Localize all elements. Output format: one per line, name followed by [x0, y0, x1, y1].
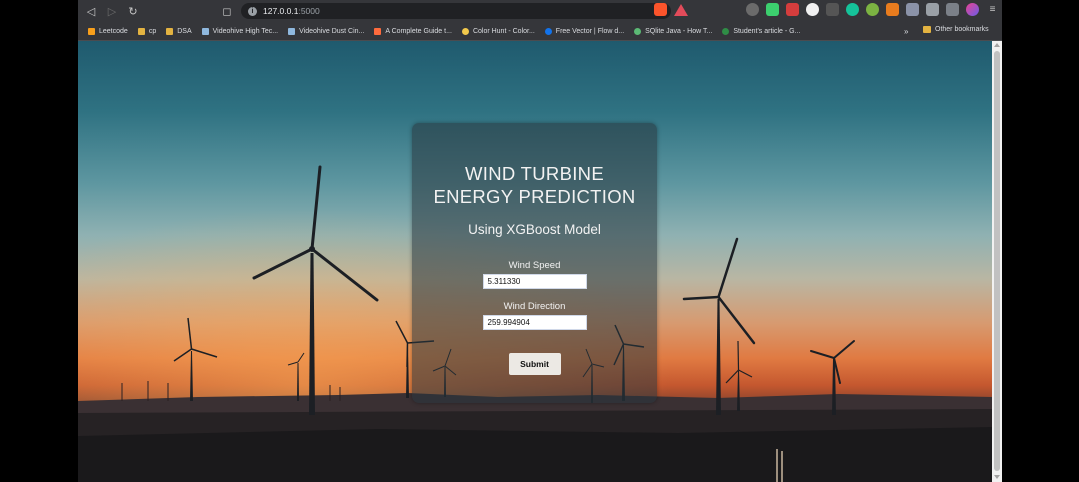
videohive-icon: [201, 27, 209, 35]
bookmark-label: Student's article - G...: [733, 27, 801, 35]
bookmark-sqlite-java[interactable]: SQlite Java - How T...: [634, 27, 713, 35]
reading-list-icon[interactable]: [946, 3, 959, 16]
wind-direction-input[interactable]: 259.994904: [482, 315, 587, 330]
extension-plus-icon[interactable]: [866, 3, 879, 16]
bookmark-page-icon[interactable]: ◻: [219, 3, 235, 19]
gfg-icon: [722, 27, 730, 35]
folder-icon: [137, 27, 145, 35]
site-info-icon[interactable]: i: [248, 6, 257, 16]
browser-shield-icons: [654, 3, 695, 16]
extension-red-icon[interactable]: [786, 3, 799, 16]
freepik-icon: [544, 27, 552, 35]
bookmark-videohive-dust[interactable]: Videohive Dust Cin...: [288, 27, 365, 35]
bookmark-color-hunt[interactable]: Color Hunt - Color...: [461, 27, 535, 35]
bookmark-dsa[interactable]: DSA: [166, 27, 192, 35]
wind-speed-label: Wind Speed: [508, 260, 561, 271]
url-port: :5000: [298, 6, 320, 16]
forward-icon[interactable]: ▷: [104, 3, 120, 19]
bookmark-label: cp: [148, 27, 157, 35]
bookmark-free-vector[interactable]: Free Vector | Flow d...: [544, 27, 625, 35]
extension-gear-icon[interactable]: [746, 3, 759, 16]
bookmark-label: DSA: [177, 27, 192, 35]
title-line-2: ENERGY PREDICTION: [433, 186, 636, 207]
bookmark-label: SQlite Java - How T...: [645, 27, 713, 35]
wind-speed-input[interactable]: 5.311330: [482, 274, 587, 289]
reload-icon[interactable]: ↻: [125, 3, 141, 19]
folder-icon: [923, 26, 931, 33]
page-title: WIND TURBINE ENERGY PREDICTION: [412, 162, 657, 208]
colorhunt-icon: [461, 27, 469, 35]
scrollbar-thumb[interactable]: [994, 51, 1000, 471]
title-line-1: WIND TURBINE: [465, 163, 604, 184]
sqlite-icon: [634, 27, 642, 35]
star-icon: [374, 27, 382, 35]
browser-toolbar: ◁ ▷ ↻ ◻ i 127.0.0.1:5000 ≡: [78, 0, 1002, 22]
page-scrollbar[interactable]: [992, 41, 1002, 482]
menu-icon[interactable]: ≡: [986, 3, 999, 16]
prediction-card: WIND TURBINE ENERGY PREDICTION Using XGB…: [412, 123, 657, 403]
bookmark-label: Videohive Dust Cin...: [299, 27, 365, 35]
bookmark-label: Free Vector | Flow d...: [555, 27, 625, 35]
bookmark-label: Leetcode: [99, 27, 128, 35]
bookmark-complete-guide[interactable]: A Complete Guide t...: [374, 27, 452, 35]
browser-window: ◁ ▷ ↻ ◻ i 127.0.0.1:5000 ≡ Leetcode cp …: [78, 0, 1002, 482]
extension-font-icon[interactable]: [826, 3, 839, 16]
page-background: WIND TURBINE ENERGY PREDICTION Using XGB…: [78, 41, 992, 482]
extension-profile-icon[interactable]: [806, 3, 819, 16]
other-bookmarks-label: Other bookmarks: [935, 26, 989, 33]
extension-shield-icon[interactable]: [906, 3, 919, 16]
scroll-up-arrow-icon[interactable]: [994, 43, 1000, 47]
model-subtitle: Using XGBoost Model: [468, 222, 601, 237]
leetcode-icon: [88, 27, 95, 35]
profile-avatar-icon[interactable]: [966, 3, 979, 16]
bookmark-videohive-high[interactable]: Videohive High Tec...: [201, 27, 279, 35]
extension-pen-icon[interactable]: [766, 3, 779, 16]
videohive-icon: [288, 27, 296, 35]
bookmark-label: Color Hunt - Color...: [472, 27, 535, 35]
grammarly-icon[interactable]: [846, 3, 859, 16]
submit-button[interactable]: Submit: [508, 353, 561, 375]
bookmark-cp[interactable]: cp: [137, 27, 157, 35]
bookmark-leetcode[interactable]: Leetcode: [88, 27, 128, 35]
brave-rewards-icon[interactable]: [674, 3, 688, 16]
back-icon[interactable]: ◁: [83, 3, 99, 19]
bookmark-label: A Complete Guide t...: [385, 27, 452, 35]
bookmark-student-article[interactable]: Student's article - G...: [722, 27, 801, 35]
extension-orange-icon[interactable]: [886, 3, 899, 16]
extensions-puzzle-icon[interactable]: [926, 3, 939, 16]
extension-icons: ≡: [746, 3, 1002, 16]
bookmark-label: Videohive High Tec...: [212, 27, 279, 35]
scroll-down-arrow-icon[interactable]: [994, 475, 1000, 479]
other-bookmarks[interactable]: Other bookmarks: [923, 26, 989, 33]
bookmarks-overflow-button[interactable]: »: [904, 27, 908, 36]
address-bar[interactable]: i 127.0.0.1:5000: [241, 3, 671, 19]
wind-direction-label: Wind Direction: [503, 301, 566, 312]
brave-shield-icon[interactable]: [654, 3, 667, 16]
url-host: 127.0.0.1: [263, 6, 299, 16]
folder-icon: [166, 27, 174, 35]
bookmarks-bar: Leetcode cp DSA Videohive High Tec... Vi…: [78, 22, 1002, 41]
